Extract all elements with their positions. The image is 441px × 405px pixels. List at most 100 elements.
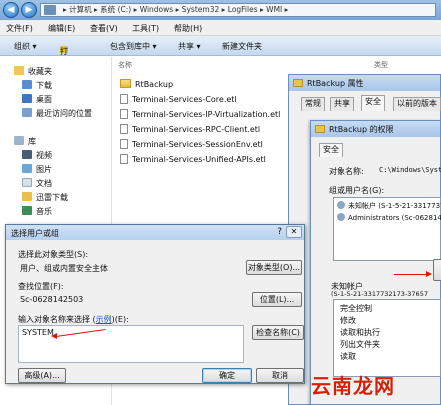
annotation-arrow-line: [394, 274, 428, 275]
annotation-arrow-icon: [426, 271, 432, 277]
file-icon: [120, 124, 128, 134]
nav-library[interactable]: 库: [14, 136, 36, 147]
command-bar: 组织 ▾ 打开 包含到库中 ▾ 共享 ▾ 新建文件夹: [0, 36, 441, 67]
list-item[interactable]: Administrators (Sc-0628142: [337, 213, 441, 222]
list-item[interactable]: 未知帐户 (S-1-5-21-3317737: [337, 201, 441, 211]
address-path: ▸ 计算机 ▸ 系统 (C:) ▸ Windows ▸ System32 ▸ L…: [63, 5, 289, 14]
nav-favorites[interactable]: 收藏夹: [14, 66, 52, 77]
nav-thunder-downloads[interactable]: 迅雷下载: [22, 192, 68, 203]
folder-icon: [293, 79, 303, 87]
permission-read-execute: 读取和执行: [340, 328, 380, 337]
permissions-titlebar: RtBackup 的权限: [311, 121, 440, 137]
permission-read: 读取: [340, 352, 356, 361]
nav-pictures[interactable]: 图片: [22, 164, 52, 175]
tab-previous-versions[interactable]: 以前的版本: [393, 97, 441, 111]
music-icon: [22, 206, 32, 215]
file-name: RtBackup: [135, 80, 174, 89]
tab-security[interactable]: 安全: [361, 95, 385, 111]
nav-recent[interactable]: 最近访问的位置: [22, 108, 92, 119]
object-name-label: 对象名称:: [329, 167, 364, 176]
list-item[interactable]: Terminal-Services-IP-Virtualization.etl: [120, 109, 280, 119]
list-item[interactable]: Terminal-Services-Unified-APIs.etl: [120, 154, 266, 164]
column-header-name[interactable]: 名称: [118, 60, 132, 70]
nav-library-label: 库: [28, 137, 36, 146]
desktop-icon: [22, 94, 32, 103]
nav-videos[interactable]: 视频: [22, 150, 52, 161]
object-names-label-prefix: 输入对象名称来选择 (: [18, 315, 96, 324]
file-name: Terminal-Services-IP-Virtualization.etl: [132, 110, 281, 119]
select-users-title: 选择用户或组: [11, 229, 59, 238]
object-names-label-suffix: )(E):: [111, 315, 129, 324]
nav-favorites-label: 收藏夹: [28, 67, 52, 76]
permissions-title: RtBackup 的权限: [329, 125, 394, 134]
file-name: Terminal-Services-Unified-APIs.etl: [132, 155, 266, 164]
nav-thunder-label: 迅雷下载: [36, 193, 68, 202]
nav-music[interactable]: 音乐: [22, 206, 52, 217]
nav-documents[interactable]: 文档: [22, 178, 52, 189]
user-icon: [337, 201, 345, 209]
folder-icon: [120, 79, 131, 88]
list-item[interactable]: Terminal-Services-Core.etl: [120, 94, 237, 104]
help-icon[interactable]: ?: [277, 227, 282, 237]
object-type-value: 用户、组或内置安全主体: [20, 264, 108, 273]
menu-view[interactable]: 查看(V): [90, 23, 118, 34]
object-types-button[interactable]: 对象类型(O)...: [246, 260, 302, 275]
permission-list: 完全控制 修改 读取和执行 列出文件夹 读取: [333, 299, 441, 377]
object-name-value: C:\Windows\System32: [379, 166, 441, 174]
nav-downloads-label: 下载: [36, 81, 52, 90]
video-icon: [22, 150, 32, 159]
select-users-titlebar: 选择用户或组 ? ✕: [6, 225, 304, 240]
nav-desktop[interactable]: 桌面: [22, 94, 52, 105]
file-name: Terminal-Services-Core.etl: [132, 95, 237, 104]
new-folder-button[interactable]: 新建文件夹: [222, 41, 262, 52]
file-icon: [120, 154, 128, 164]
nav-pictures-label: 图片: [36, 165, 52, 174]
user-name: 未知帐户 (S-1-5-21-3317737: [348, 202, 441, 210]
nav-desktop-label: 桌面: [36, 95, 52, 104]
list-item[interactable]: RtBackup: [120, 79, 173, 89]
cancel-button[interactable]: 取消: [256, 368, 304, 383]
menu-edit[interactable]: 编辑(E): [48, 23, 75, 34]
share-button[interactable]: 共享 ▾: [178, 41, 201, 52]
organize-button[interactable]: 组织 ▾: [14, 41, 37, 52]
examples-link[interactable]: 示例: [96, 315, 112, 324]
watermark-logo: 云南龙网: [311, 374, 395, 398]
tab-sharing[interactable]: 共享: [330, 97, 354, 111]
nav-documents-label: 文档: [36, 179, 52, 188]
locations-button-label: 位置(L)...: [259, 295, 295, 304]
folder-icon: [315, 125, 325, 133]
list-item[interactable]: Terminal-Services-RPC-Client.etl: [120, 124, 260, 134]
tab-security[interactable]: 安全: [319, 143, 343, 157]
nav-videos-label: 视频: [36, 151, 52, 160]
picture-icon: [22, 164, 32, 173]
include-in-library-button[interactable]: 包含到库中 ▾: [110, 41, 157, 52]
advanced-button[interactable]: 高级(A)...: [18, 368, 66, 383]
back-arrow-icon[interactable]: ◀: [3, 2, 19, 18]
annotation-arrow-icon: [51, 333, 57, 339]
user-list: 未知帐户 (S-1-5-21-3317737 Administrators (S…: [333, 197, 441, 261]
explorer-titlebar: ◀ ▶ ▸ 计算机 ▸ 系统 (C:) ▸ Windows ▸ System32…: [0, 0, 441, 20]
close-icon[interactable]: ✕: [286, 226, 302, 238]
forward-arrow-icon[interactable]: ▶: [21, 2, 37, 18]
location-label: 查找位置(F):: [18, 282, 64, 291]
menu-bar: 文件(F) 编辑(E) 查看(V) 工具(T) 帮助(H): [0, 20, 441, 36]
locations-button[interactable]: 位置(L)...: [252, 292, 302, 307]
computer-icon: [44, 5, 56, 15]
address-bar[interactable]: ▸ 计算机 ▸ 系统 (C:) ▸ Windows ▸ System32 ▸ L…: [40, 3, 436, 17]
permission-modify: 修改: [340, 316, 356, 325]
menu-tools[interactable]: 工具(T): [132, 23, 159, 34]
check-names-button[interactable]: 检查名称(C): [252, 325, 304, 340]
list-item[interactable]: Terminal-Services-SessionEnv.etl: [120, 139, 263, 149]
object-type-label: 选择此对象类型(S):: [18, 250, 89, 259]
add-button[interactable]: [433, 259, 441, 281]
tab-general[interactable]: 常规: [301, 97, 325, 111]
menu-help[interactable]: 帮助(H): [174, 23, 202, 34]
object-names-input[interactable]: SYSTEM: [18, 325, 244, 363]
menu-file[interactable]: 文件(F): [6, 23, 33, 34]
permissions-dialog: RtBackup 的权限 安全 对象名称: C:\Windows\System3…: [310, 120, 441, 405]
file-name: Terminal-Services-SessionEnv.etl: [132, 140, 263, 149]
location-value: Sc-0628142503: [20, 295, 84, 304]
nav-downloads[interactable]: 下载: [22, 80, 52, 91]
permission-list-folder: 列出文件夹: [340, 340, 380, 349]
ok-button[interactable]: 确定: [202, 368, 252, 383]
